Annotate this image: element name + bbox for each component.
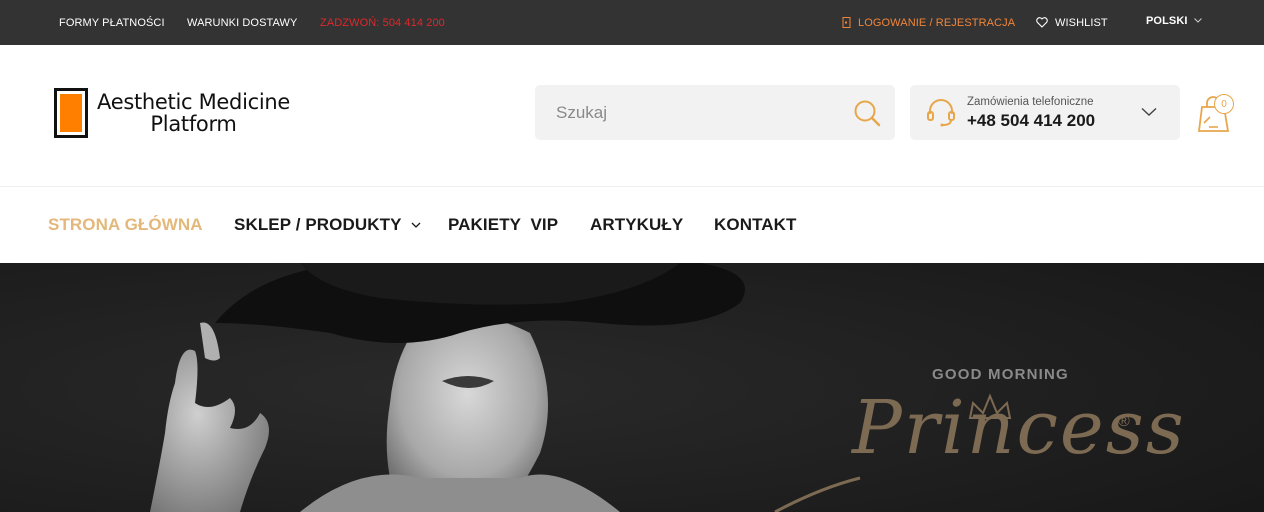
call-phone-link[interactable]: ZADZWOŃ: 504 414 200 [320,0,445,45]
search-box [535,85,895,140]
hero-banner[interactable]: GOOD MORNING Princess ® [0,263,1264,512]
cart-count-badge: 0 [1214,94,1234,114]
search-input[interactable] [535,85,835,140]
phone-number: +48 504 414 200 [967,111,1096,130]
nav-item-articles[interactable]: ARTYKUŁY [590,187,683,263]
nav-item-contact[interactable]: KONTAKT [714,187,797,263]
logo-mark [54,88,88,138]
site-logo[interactable]: Aesthetic Medicine Platform [54,87,294,139]
main-nav: STRONA GŁÓWNA SKLEP / PRODUKTY PAKIETY V… [0,187,1264,263]
language-label: POLSKI [1146,14,1188,27]
login-label: LOGOWANIE / REJESTRACJA [858,16,1016,29]
cart-button[interactable]: 0 [1198,93,1238,133]
delivery-terms-link[interactable]: WARUNKI DOSTAWY [187,0,297,45]
phone-orders-box[interactable]: Zamówienia telefoniczne +48 504 414 200 [910,85,1180,140]
search-icon[interactable] [853,99,881,127]
site-header: Aesthetic Medicine Platform Zamówienia t… [0,45,1264,186]
hero-tagline: GOOD MORNING [932,366,1069,383]
registered-mark: ® [1118,413,1130,430]
nav-item-home[interactable]: STRONA GŁÓWNA [48,187,203,263]
login-icon [842,17,851,28]
login-register-link[interactable]: LOGOWANIE / REJESTRACJA [842,0,1015,45]
heart-icon [1036,17,1048,28]
logo-text: Aesthetic Medicine Platform [97,90,291,136]
top-bar: FORMY PŁATNOŚCI WARUNKI DOSTAWY ZADZWOŃ:… [0,0,1264,45]
nav-item-vip-packages[interactable]: PAKIETY VIP [448,187,558,263]
phone-orders-label: Zamówienia telefoniczne [967,96,1094,108]
language-selector[interactable]: POLSKI [1146,0,1202,43]
nav-item-shop-products[interactable]: SKLEP / PRODUKTY [234,187,421,263]
chevron-down-icon [1141,107,1157,116]
hero-brand-name: Princess [852,385,1186,471]
wishlist-link[interactable]: WISHLIST [1036,0,1108,45]
chevron-down-icon [1193,18,1202,23]
chevron-down-icon [411,222,421,228]
payment-forms-link[interactable]: FORMY PŁATNOŚCI [59,0,165,45]
headset-icon [927,99,955,127]
nav-item-label: SKLEP / PRODUKTY [234,215,402,234]
wishlist-label: WISHLIST [1055,16,1108,29]
